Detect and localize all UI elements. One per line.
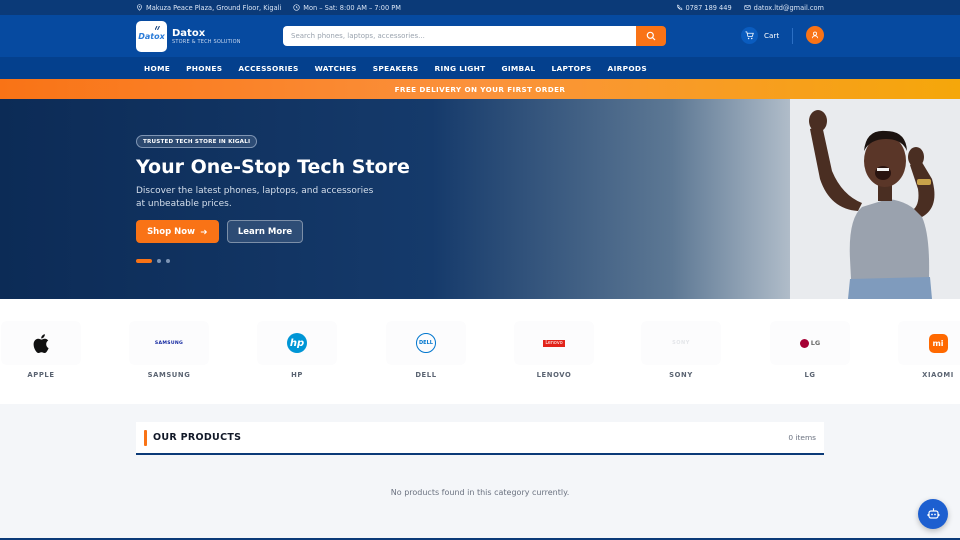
brand-logo: SAMSUNG (129, 321, 209, 365)
brand-block[interactable]: Datox STORE & TECH SOLUTION (172, 28, 241, 45)
cart-icon-wrap (741, 27, 758, 44)
address-info: Makuza Peace Plaza, Ground Floor, Kigali (136, 4, 281, 12)
phone-icon (676, 4, 682, 10)
cart-icon (745, 31, 754, 40)
hero-title: Your One-Stop Tech Store (136, 156, 410, 178)
brand-label: APPLE (27, 371, 55, 379)
brand-tagline: STORE & TECH SOLUTION (172, 38, 241, 45)
nav-item-watches[interactable]: WATCHES (307, 64, 365, 73)
lenovo-logo-icon: Lenovo (543, 339, 565, 347)
brand-label: HP (291, 371, 303, 379)
apple-logo-icon (33, 333, 49, 353)
brand-logo: DELL (386, 321, 466, 365)
nav-item-home[interactable]: HOME (136, 64, 178, 73)
sony-logo-icon: SONY (672, 340, 690, 346)
main-header: Datox Datox STORE & TECH SOLUTION Cart (0, 15, 960, 57)
location-pin-icon (137, 4, 142, 11)
nav-item-ring-light[interactable]: RING LIGHT (426, 64, 493, 73)
clock-icon (293, 4, 300, 11)
brand-logo (1, 321, 81, 365)
shop-now-button[interactable]: Shop Now (136, 220, 219, 243)
email-link[interactable]: datox.ltd@gmail.com (744, 4, 824, 12)
header-divider (792, 28, 793, 44)
learn-more-label: Learn More (237, 226, 293, 237)
cart-button[interactable]: Cart (741, 27, 779, 44)
products-count: 0 items (788, 433, 816, 442)
carousel-dot[interactable] (157, 259, 161, 263)
shop-now-label: Shop Now (147, 226, 195, 237)
top-info-bar: Makuza Peace Plaza, Ground Floor, Kigali… (0, 0, 960, 15)
brand-logo: SONY (641, 321, 721, 365)
user-icon (811, 31, 819, 39)
mail-icon (744, 5, 751, 10)
products-title: OUR PRODUCTS (153, 432, 242, 443)
search-button[interactable] (636, 26, 666, 46)
nav-item-accessories[interactable]: ACCESSORIES (230, 64, 306, 73)
brand-logo: LG (770, 321, 850, 365)
nav-item-laptops[interactable]: LAPTOPS (544, 64, 600, 73)
promo-banner: FREE DELIVERY ON YOUR FIRST ORDER (0, 79, 960, 99)
lg-logo-icon: LG (799, 338, 820, 348)
logo-wordmark: Datox (138, 31, 165, 41)
brand-card-apple[interactable]: APPLE (1, 321, 81, 379)
brand-label: LG (804, 371, 816, 379)
brand-logo: mi (898, 321, 960, 365)
dell-logo-icon: DELL (416, 333, 436, 353)
search-input[interactable] (283, 26, 636, 46)
brand-strip: APPLE SAMSUNG SAMSUNG hp HP DELL DELL Le… (0, 299, 960, 404)
cart-label: Cart (764, 31, 780, 40)
hero-subtitle: Discover the latest phones, laptops, and… (136, 186, 374, 209)
hero-carousel: TRUSTED TECH STORE IN KIGALI Your One-St… (0, 99, 960, 299)
nav-item-phones[interactable]: PHONES (178, 64, 230, 73)
search-icon (646, 31, 656, 41)
hours-info: Mon – Sat: 8:00 AM – 7:00 PM (293, 4, 401, 12)
brand-card-sony[interactable]: SONY SONY (641, 321, 721, 379)
address-text: Makuza Peace Plaza, Ground Floor, Kigali (146, 3, 282, 12)
brand-label: SONY (669, 371, 693, 379)
brand-label: XIAOMI (922, 371, 954, 379)
hp-logo-icon: hp (287, 333, 307, 353)
brand-card-hp[interactable]: hp HP (257, 321, 337, 379)
brand-label: LENOVO (536, 371, 572, 379)
hero-person-image (790, 99, 960, 299)
carousel-dots (136, 259, 170, 263)
search-bar (283, 26, 666, 46)
nav-item-speakers[interactable]: SPEAKERS (365, 64, 427, 73)
logo-mark-icon (155, 25, 160, 30)
arrow-right-icon (200, 229, 208, 234)
learn-more-button[interactable]: Learn More (227, 220, 303, 243)
brand-card-dell[interactable]: DELL DELL (386, 321, 466, 379)
chatbot-button[interactable] (918, 499, 948, 529)
brand-name: Datox (172, 27, 206, 39)
empty-state-message: No products found in this category curre… (390, 488, 570, 497)
brand-card-xiaomi[interactable]: mi XIAOMI (898, 321, 960, 379)
hero-badge: TRUSTED TECH STORE IN KIGALI (136, 135, 258, 148)
robot-icon (927, 508, 939, 519)
brand-card-samsung[interactable]: SAMSUNG SAMSUNG (129, 321, 209, 379)
account-button[interactable] (806, 26, 824, 44)
nav-item-gimbal[interactable]: GIMBAL (493, 64, 543, 73)
phone-link[interactable]: 0787 189 449 (676, 4, 732, 12)
samsung-logo-icon: SAMSUNG (154, 340, 184, 346)
brand-label: SAMSUNG (147, 371, 191, 379)
nav-item-airpods[interactable]: AIRPODS (600, 64, 655, 73)
brand-label: DELL (415, 371, 437, 379)
phone-text: 0787 189 449 (685, 3, 732, 12)
section-accent-bar (144, 429, 147, 446)
xiaomi-logo-icon: mi (928, 333, 948, 353)
carousel-dot[interactable] (136, 259, 152, 263)
email-text: datox.ltd@gmail.com (753, 3, 824, 12)
brand-logo: hp (257, 321, 337, 365)
category-nav: HOME PHONES ACCESSORIES WATCHES SPEAKERS… (0, 57, 960, 79)
carousel-dot[interactable] (166, 259, 170, 263)
promo-text: FREE DELIVERY ON YOUR FIRST ORDER (394, 84, 566, 94)
hours-text: Mon – Sat: 8:00 AM – 7:00 PM (303, 3, 401, 12)
brand-card-lg[interactable]: LG LG (770, 321, 850, 379)
brand-card-lenovo[interactable]: Lenovo LENOVO (514, 321, 594, 379)
site-logo[interactable]: Datox (136, 20, 167, 52)
brand-logo: Lenovo (514, 321, 594, 365)
products-header: OUR PRODUCTS 0 items (136, 422, 824, 455)
